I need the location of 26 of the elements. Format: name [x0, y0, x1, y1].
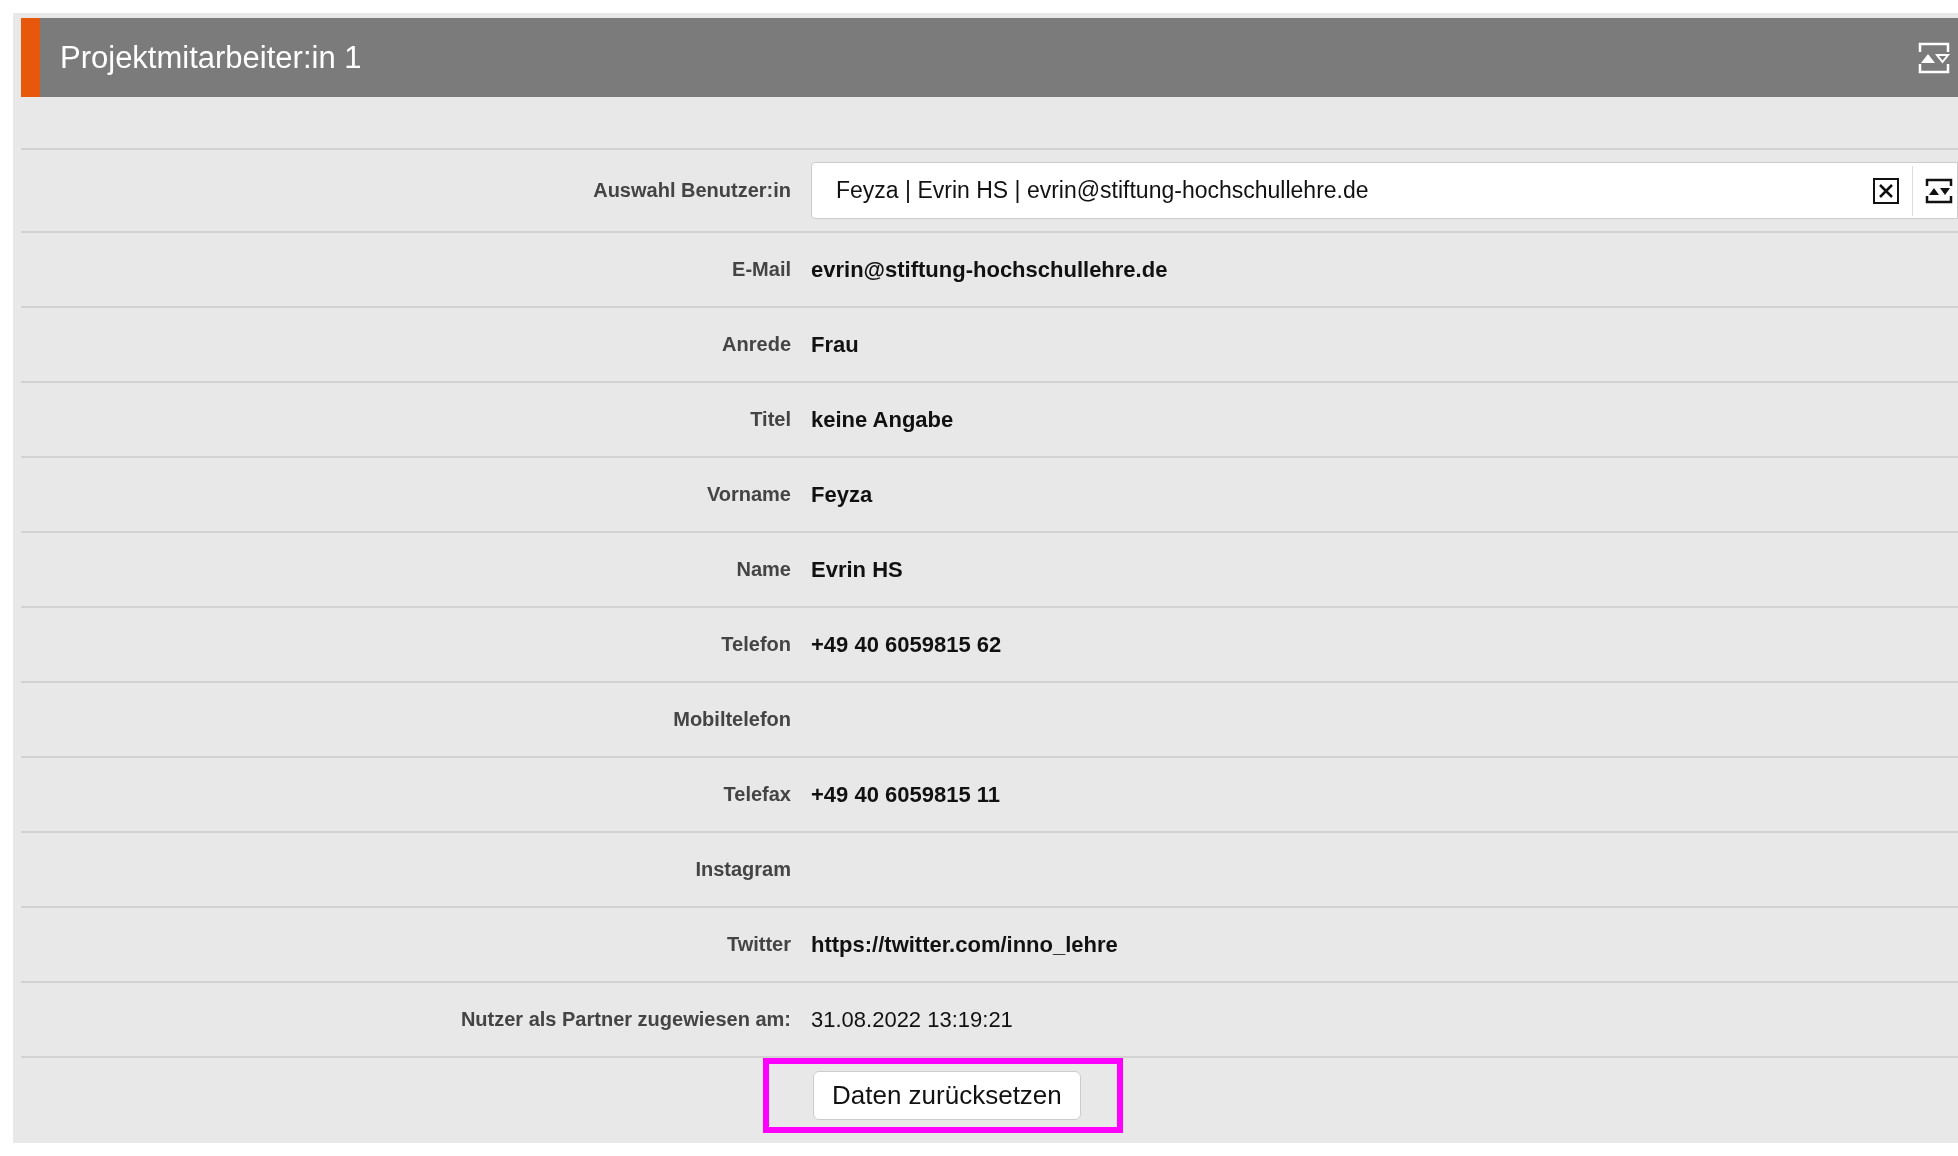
field-value: keine Angabe: [811, 406, 954, 432]
field-label: Twitter: [726, 933, 791, 956]
field-label: Mobiltelefon: [673, 708, 791, 731]
field-value: Evrin HS: [811, 556, 903, 582]
field-label: Auswahl Benutzer:in: [593, 179, 791, 202]
field-label: Titel: [750, 408, 791, 431]
field-value: evrin@stiftung-hochschullehre.de: [811, 256, 1168, 282]
reset-button[interactable]: Daten zurücksetzen: [813, 1071, 1081, 1120]
field-label: Nutzer als Partner zugewiesen am:: [460, 1008, 791, 1031]
field-label: Anrede: [722, 333, 791, 356]
user-select[interactable]: Feyza | Evrin HS | evrin@stiftung-hochschullehre.de: [811, 162, 1958, 219]
field-value: 31.08.2022 13:19:21: [811, 1006, 1013, 1032]
field-value: +49 40 6059815 11: [811, 781, 1001, 807]
field-label: Telefax: [723, 783, 791, 806]
field-label: Telefon: [721, 633, 791, 656]
clear-icon[interactable]: [1872, 176, 1900, 205]
field-value: +49 40 6059815 62: [811, 631, 1002, 657]
field-value: Frau: [811, 331, 859, 357]
dropdown-icon[interactable]: [1925, 176, 1953, 205]
panel-title: Projektmitarbeiter:in 1: [60, 39, 363, 76]
field-value: Feyza: [811, 481, 873, 507]
field-label: Vorname: [706, 483, 791, 506]
field-label: Name: [736, 558, 791, 581]
field-label: E-Mail: [732, 258, 791, 281]
field-label: Instagram: [695, 858, 791, 881]
field-value: https://twitter.com/inno_lehre: [811, 931, 1118, 957]
